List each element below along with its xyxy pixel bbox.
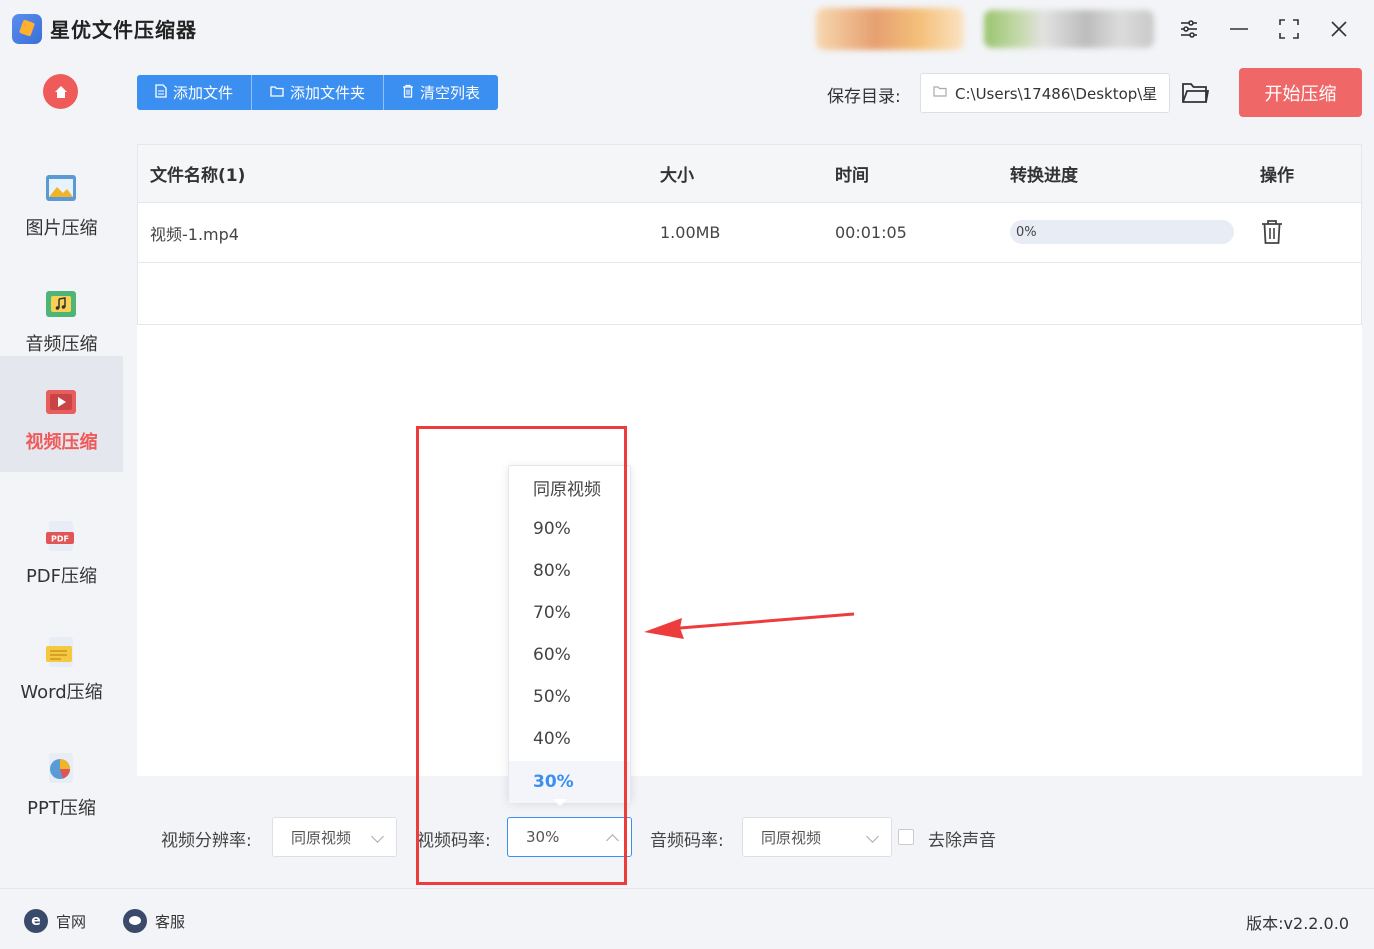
clear-list-label: 清空列表	[420, 84, 481, 102]
word-icon	[43, 634, 79, 670]
support-link[interactable]: 客服	[123, 909, 185, 933]
save-path-value: C:\Users\17486\Desktop\星	[955, 84, 1158, 103]
mute-label: 去除声音	[928, 831, 996, 851]
image-icon	[43, 170, 79, 206]
website-label: 官网	[56, 912, 87, 931]
sidebar-item-label: Word压缩	[20, 682, 103, 703]
video-icon	[43, 384, 79, 420]
progress-text: 0%	[1016, 224, 1037, 240]
annotation-arrow	[644, 612, 855, 639]
table-row[interactable]: 视频-1.mp4 1.00MB 00:01:05 0%	[138, 203, 1361, 263]
website-link[interactable]: e 官网	[24, 909, 86, 933]
trash-icon	[402, 84, 414, 102]
sidebar-item-label: 音频压缩	[25, 334, 98, 355]
chevron-down-icon	[371, 830, 384, 843]
resolution-select[interactable]: 同原视频	[272, 817, 397, 857]
mute-checkbox[interactable]	[898, 829, 914, 845]
folder-icon	[270, 85, 284, 101]
audio-bitrate-select[interactable]: 同原视频	[742, 817, 892, 857]
file-table: 文件名称(1) 大小 时间 转换进度 操作 视频-1.mp4 1.00MB 00…	[137, 144, 1362, 325]
close-icon[interactable]	[1324, 14, 1354, 44]
add-file-label: 添加文件	[173, 84, 234, 102]
col-header-progress: 转换进度	[1010, 166, 1078, 186]
browse-folder-icon[interactable]	[1181, 80, 1210, 106]
sidebar-item-word[interactable]: Word压缩	[0, 606, 123, 722]
home-icon[interactable]	[43, 74, 78, 109]
save-directory-label: 保存目录:	[827, 87, 901, 107]
file-size: 1.00MB	[660, 223, 721, 242]
sidebar-item-label: PPT压缩	[27, 798, 96, 819]
sidebar: 图片压缩 音频压缩 视频压缩 PDF PDF压缩 Word压缩 PPT压缩	[0, 58, 123, 888]
start-compress-button[interactable]: 开始压缩	[1239, 68, 1362, 117]
maximize-icon[interactable]	[1274, 14, 1304, 44]
col-header-time: 时间	[835, 166, 869, 186]
file-name: 视频-1.mp4	[150, 224, 239, 244]
audio-icon	[43, 286, 79, 322]
app-title: 星优文件压缩器	[50, 18, 197, 42]
file-icon	[155, 83, 167, 102]
resolution-label: 视频分辨率:	[161, 831, 252, 851]
col-header-action: 操作	[1260, 166, 1294, 186]
svg-text:PDF: PDF	[51, 535, 69, 544]
file-duration: 00:01:05	[835, 223, 907, 242]
table-header: 文件名称(1) 大小 时间 转换进度 操作	[138, 145, 1361, 203]
table-empty-row	[138, 263, 1361, 324]
file-list-panel: 文件名称(1) 大小 时间 转换进度 操作 视频-1.mp4 1.00MB 00…	[137, 144, 1362, 776]
main-panel: 添加文件 添加文件夹 清空列表 保存目录: C:\Users\17486\Des…	[123, 58, 1374, 888]
settings-bar: 视频分辨率: 同原视频 视频码率: 30% 音频码率: 同原视频 去除声音	[123, 790, 1374, 888]
footer: e 官网 客服 版本:v2.2.0.0	[0, 888, 1374, 949]
delete-row-icon[interactable]	[1260, 219, 1284, 245]
sidebar-item-ppt[interactable]: PPT压缩	[0, 722, 123, 838]
account-info-blurred[interactable]	[984, 10, 1154, 48]
audio-bitrate-value: 同原视频	[761, 828, 822, 847]
version-text: 版本:v2.2.0.0	[1246, 914, 1349, 933]
sidebar-item-image[interactable]: 图片压缩	[0, 142, 123, 258]
browser-icon: e	[24, 909, 48, 933]
add-folder-button[interactable]: 添加文件夹	[252, 75, 385, 110]
progress-bar: 0%	[1010, 220, 1234, 244]
audio-bitrate-label: 音频码率:	[650, 831, 724, 851]
chat-icon	[123, 909, 147, 933]
col-header-size: 大小	[660, 166, 694, 186]
add-file-button[interactable]: 添加文件	[137, 75, 253, 110]
sidebar-item-label: 图片压缩	[25, 218, 98, 239]
col-header-name: 文件名称(1)	[150, 166, 246, 186]
sidebar-item-video[interactable]: 视频压缩	[0, 356, 123, 472]
sidebar-item-label: PDF压缩	[25, 566, 98, 587]
user-info-blurred[interactable]	[816, 8, 964, 50]
clear-list-button[interactable]: 清空列表	[384, 75, 498, 110]
pdf-icon: PDF	[43, 518, 79, 554]
file-toolbar: 添加文件 添加文件夹 清空列表	[137, 75, 499, 110]
minimize-icon[interactable]	[1224, 14, 1254, 44]
ppt-icon	[43, 750, 79, 786]
sidebar-item-pdf[interactable]: PDF PDF压缩	[0, 490, 123, 606]
add-folder-label: 添加文件夹	[290, 84, 366, 102]
support-label: 客服	[155, 912, 186, 931]
app-logo-icon	[12, 14, 42, 44]
folder-icon	[933, 85, 947, 101]
save-path-field[interactable]: C:\Users\17486\Desktop\星	[920, 73, 1170, 113]
settings-sliders-icon[interactable]	[1174, 14, 1204, 44]
highlight-box	[416, 426, 627, 885]
chevron-down-icon	[866, 830, 879, 843]
title-bar: 星优文件压缩器	[0, 0, 1374, 58]
sidebar-item-label: 视频压缩	[25, 432, 98, 453]
resolution-value: 同原视频	[291, 828, 352, 847]
